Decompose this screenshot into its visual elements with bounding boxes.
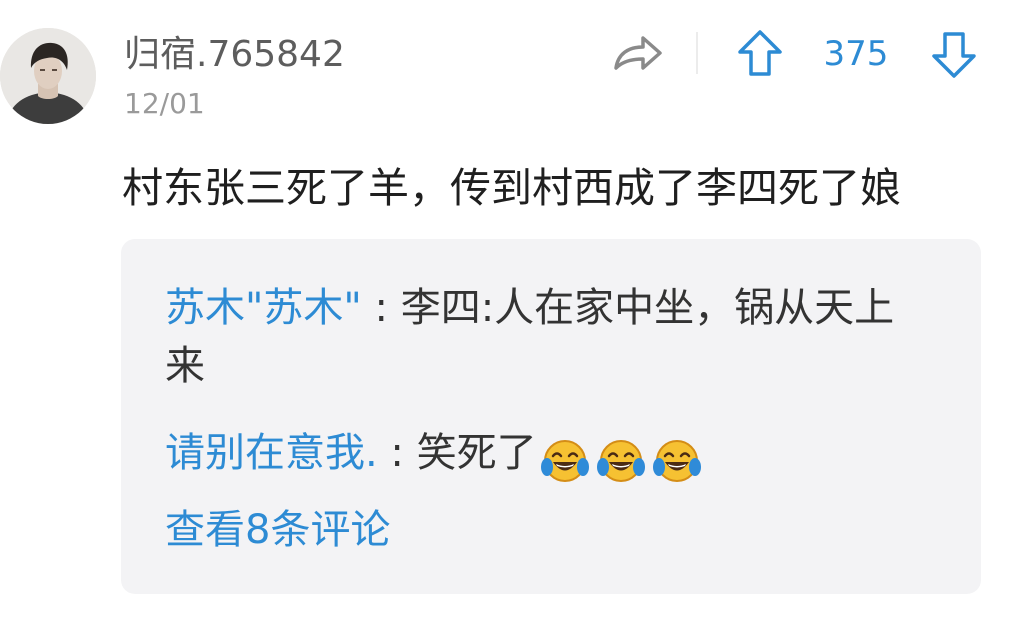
reply-text: 笑死了	[416, 430, 537, 476]
laughing-tears-emoji	[540, 440, 589, 482]
emoji-group	[539, 430, 707, 488]
up-arrow-icon	[738, 30, 782, 76]
avatar[interactable]	[0, 28, 96, 124]
reply-author[interactable]: 请别在意我.	[165, 430, 378, 476]
upvote-button[interactable]	[736, 28, 784, 80]
comment-date: 12/01	[124, 87, 205, 120]
laughing-tears-emoji	[652, 440, 701, 482]
action-divider	[696, 32, 698, 74]
avatar-image	[0, 28, 96, 124]
reply-separator: :	[377, 430, 417, 476]
view-more-replies-link[interactable]: 查看8条评论	[165, 501, 390, 559]
reply-item: 请别在意我. : 笑死了	[165, 424, 925, 488]
reply-item: 苏木"苏木" : 李四:人在家中坐，锅从天上来	[165, 279, 925, 395]
downvote-button[interactable]	[930, 28, 978, 80]
laughing-tears-emoji	[596, 440, 645, 482]
share-button[interactable]	[612, 30, 664, 78]
vote-count: 375	[823, 34, 889, 74]
reply-separator: :	[361, 285, 401, 331]
replies-panel: 苏木"苏木" : 李四:人在家中坐，锅从天上来 请别在意我. : 笑死了 查看8…	[121, 239, 981, 594]
down-arrow-icon	[932, 32, 976, 78]
username[interactable]: 归宿.765842	[124, 33, 345, 77]
comment-body: 村东张三死了羊，传到村西成了李四死了娘	[122, 164, 901, 212]
reply-author[interactable]: 苏木"苏木"	[165, 285, 362, 331]
share-icon	[614, 36, 662, 70]
